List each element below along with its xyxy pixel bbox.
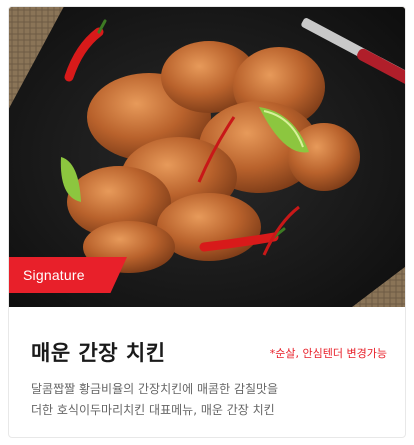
- menu-title: 매운 간장 치킨: [31, 341, 166, 365]
- menu-description: 달콤짭짤 황금비율의 간장치킨에 매콤한 감칠맛을 더한 호식이두마리치킨 대표…: [31, 379, 391, 421]
- description-line-1: 달콤짭짤 황금비율의 간장치킨에 매콤한 감칠맛을: [31, 382, 279, 396]
- food-photo: Signature: [9, 7, 405, 307]
- menu-info: 매운 간장 치킨 *순살, 안심텐더 변경가능 달콤짭짤 황금비율의 간장치킨에…: [9, 307, 405, 437]
- signature-badge: Signature: [9, 257, 127, 293]
- option-note: *순살, 안심텐더 변경가능: [269, 347, 387, 360]
- menu-card[interactable]: Signature 매운 간장 치킨 *순살, 안심텐더 변경가능 달콤짭짤 황…: [8, 6, 406, 438]
- description-line-2: 더한 호식이두마리치킨 대표메뉴, 매운 간장 치킨: [31, 403, 275, 417]
